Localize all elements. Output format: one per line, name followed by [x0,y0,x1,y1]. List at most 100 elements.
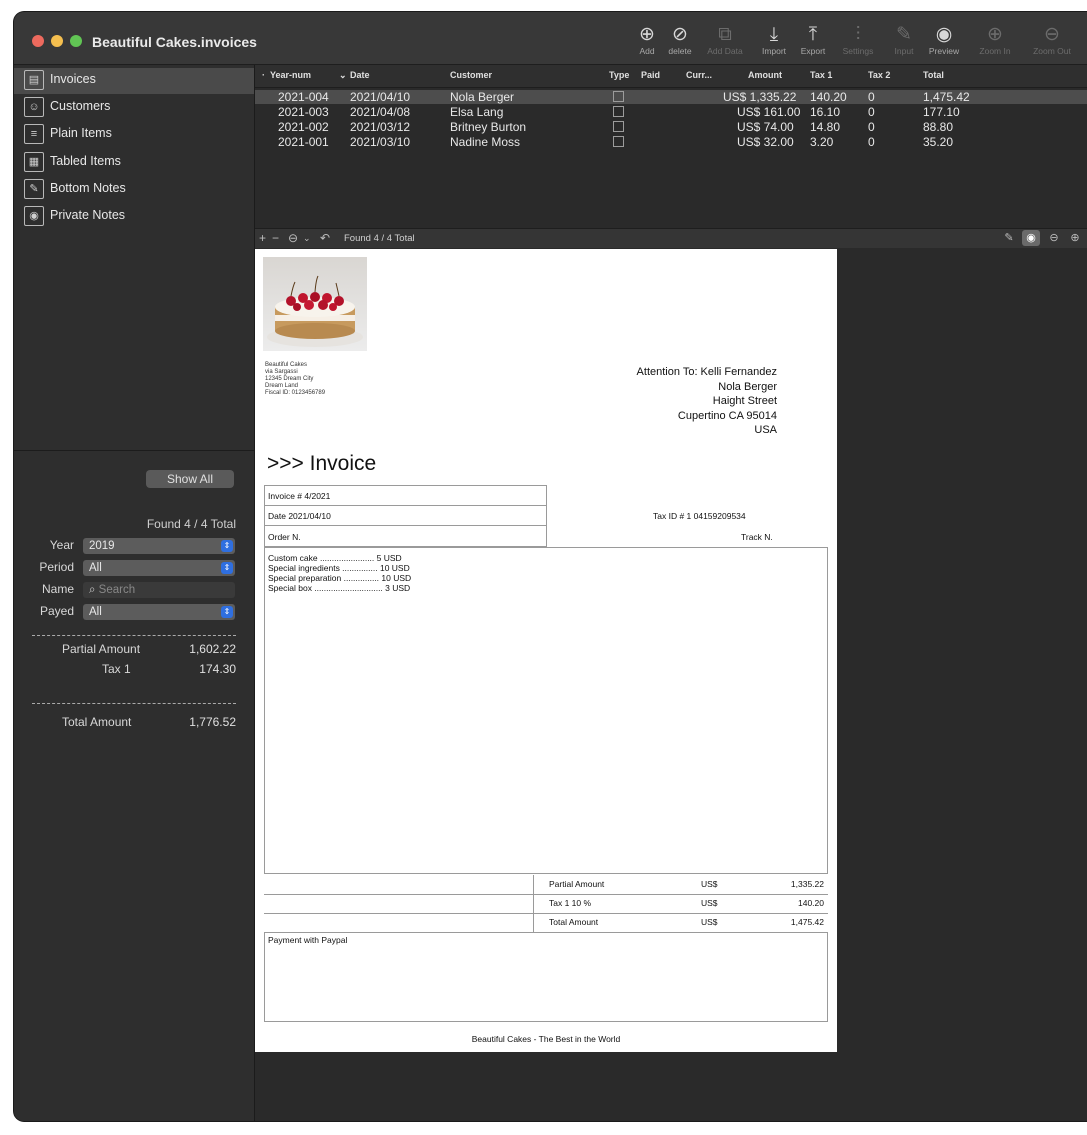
chevron-updown-icon: ⇕ [221,562,233,574]
invoices-icon: ▤ [24,70,44,90]
col-amount[interactable]: Amount [748,70,782,80]
cell-tax1: 14.80 [810,120,841,134]
invoice-date: Date 2021/04/10 [268,511,331,521]
table-found-count: Found 4 / 4 Total [344,233,415,244]
tax1-label: Tax 1 [102,662,131,676]
settings-button[interactable]: ⫶ Settings [835,24,881,62]
sender-line: via Sargassi [265,369,298,375]
preview-mode-icon[interactable]: ◉ [1022,230,1040,246]
col-paid[interactable]: Paid [641,70,660,80]
filter-icon[interactable]: ⊖ [288,231,298,245]
item-line: Custom cake ....................... 5 US… [268,553,402,563]
export-button[interactable]: ⤒ Export [790,24,836,62]
app-window: Beautiful Cakes.invoices ⊕ Add ⊘ delete … [14,12,1087,1121]
item-line: Special ingredients ............... 10 U… [268,563,410,573]
zoom-in-label: Zoom In [979,46,1011,56]
payed-select[interactable]: All ⇕ [83,604,235,620]
sender-address: Beautiful Cakes via Sargassi 12345 Dream… [265,362,325,397]
col-year-num[interactable]: Year-num [270,70,311,80]
invoice-date-cell: Date 2021/04/10 [264,505,547,526]
sidebar-item-label: Bottom Notes [50,181,126,195]
minus-icon[interactable]: − [272,231,279,245]
preview-button[interactable]: ◉ Preview [921,24,967,62]
zoom-in-icon: ⊕ [987,24,1003,45]
recipient-line: USA [754,424,777,436]
total-amount-label: Total Amount [62,715,132,729]
close-window-button[interactable] [32,35,44,47]
total-value: 1,335.22 [790,879,824,889]
sidebar-item-plain-items[interactable]: ≡ Plain Items [14,122,254,148]
cell-amount: US$ 74.00 [737,120,794,134]
cell-tax1: 3.20 [810,135,834,149]
delete-button[interactable]: ⊘ delete [657,24,703,62]
col-total[interactable]: Total [923,70,944,80]
cell-tax1: 140.20 [810,90,847,104]
col-date[interactable]: Date [350,70,370,80]
col-type[interactable]: Type [609,70,629,80]
totals-divider [533,875,534,932]
delete-label: delete [668,46,692,56]
invoice-page: Beautiful Cakes via Sargassi 12345 Dream… [255,249,837,1052]
preview-icon: ◉ [935,24,953,45]
zoom-out-small-icon[interactable]: ⊕ [1066,230,1084,246]
track-number: Track N. [741,532,773,542]
invoice-footer: Beautiful Cakes - The Best in the World [471,1034,621,1044]
sidebar-item-invoices[interactable]: ▤ Invoices [14,68,254,94]
col-tax2[interactable]: Tax 2 [868,70,890,80]
total-amount-value: 1,776.52 [189,715,236,729]
cell-year-num: 2021-003 [278,105,329,119]
partial-amount-label: Partial Amount [62,642,141,656]
period-select[interactable]: All ⇕ [83,560,235,576]
sidebar-item-tabled-items[interactable]: ▦ Tabled Items [14,150,254,176]
sidebar-item-label: Invoices [50,72,96,86]
sidebar-item-label: Customers [50,99,111,113]
edit-mode-icon[interactable]: ✎ [1000,230,1018,246]
chevron-down-icon[interactable]: ⌄ [303,233,311,244]
cake-photo [263,257,367,351]
minimize-window-button[interactable] [51,35,63,47]
add-data-button[interactable]: ⧉ Add Data [702,24,748,62]
totals-row: Partial Amount US$ 1,335.22 [264,875,828,895]
recipient-line: Nola Berger [718,380,777,393]
invoice-type-icon [613,136,624,147]
sidebar-item-customers[interactable]: ☺ Customers [14,95,254,121]
sort-indicator-icon: · [262,70,265,80]
cell-year-num: 2021-004 [278,90,329,104]
add-data-label: Add Data [707,46,743,56]
zoom-in-button[interactable]: ⊕ Zoom In [972,24,1018,62]
zoom-out-button[interactable]: ⊖ Zoom Out [1029,24,1075,62]
col-tax1[interactable]: Tax 1 [810,70,832,80]
sender-line: Dream Land [265,383,299,389]
undo-icon[interactable]: ↶ [320,231,330,245]
zoom-in-small-icon[interactable]: ⊖ [1045,230,1063,246]
plus-icon[interactable]: + [259,231,266,245]
cell-tax2: 0 [868,135,875,149]
summary-divider [32,635,236,636]
table-row[interactable]: 2021-003 2021/04/08 Elsa Lang US$ 161.00… [255,105,1087,119]
name-label: Name [41,582,74,596]
zoom-window-button[interactable] [70,35,82,47]
year-select[interactable]: 2019 ⇕ [83,538,235,554]
show-all-button[interactable]: Show All [146,470,234,488]
table-row[interactable]: 2021-001 2021/03/10 Nadine Moss US$ 32.0… [255,135,1087,149]
table-row[interactable]: 2021-004 2021/04/10 Nola Berger US$ 1,33… [255,90,1087,104]
sidebar-item-bottom-notes[interactable]: ✎ Bottom Notes [14,177,254,203]
table-row[interactable]: 2021-002 2021/03/12 Britney Burton US$ 7… [255,120,1087,134]
delete-icon: ⊘ [672,24,688,45]
zoom-out-label: Zoom Out [1033,46,1071,56]
order-cell: Order N. [264,525,547,547]
recipient-line: Haight Street [712,395,777,407]
tax1-value: 174.30 [199,662,236,676]
payed-label: Payed [39,604,74,618]
chevron-updown-icon: ⇕ [221,606,233,618]
name-search-input[interactable]: ⌕ Search [83,582,235,598]
sidebar-item-private-notes[interactable]: ◉ Private Notes [14,204,254,230]
table-header: · Year-num ⌄ Date Customer Type Paid Cur… [255,65,1087,88]
cell-customer: Nola Berger [450,90,515,104]
sidebar-item-label: Private Notes [50,208,126,222]
total-divider [32,703,236,704]
cell-tax2: 0 [868,90,875,104]
col-customer[interactable]: Customer [450,70,492,80]
col-currency[interactable]: Curr... [686,70,712,80]
cell-total: 35.20 [923,135,954,149]
